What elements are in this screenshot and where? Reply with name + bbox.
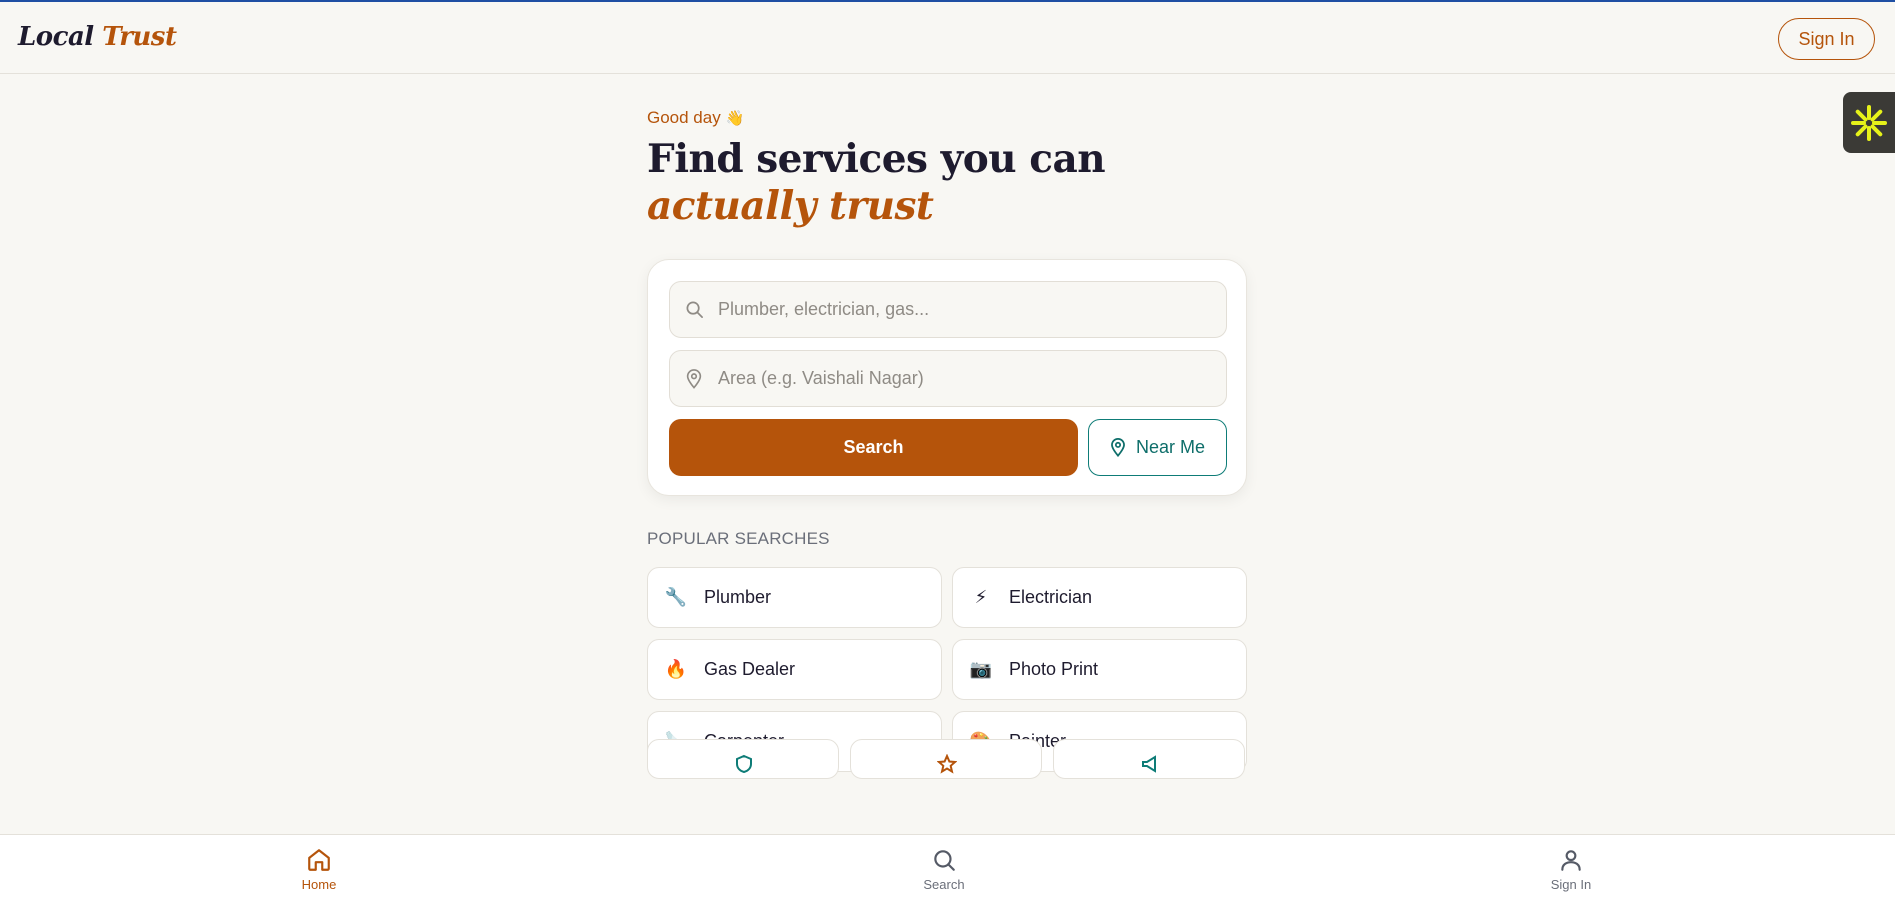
area-search-field[interactable]: [669, 350, 1227, 407]
popular-item-label: Gas Dealer: [704, 659, 796, 679]
shield-icon: [736, 754, 752, 774]
logo-part-local: Local: [18, 22, 94, 52]
popular-item-label: Photo Print: [1009, 659, 1099, 679]
feature-card[interactable]: [1053, 739, 1245, 779]
camera-icon: 📷: [969, 659, 993, 679]
greeting: Good day 👋: [647, 108, 744, 128]
popular-item-label: Plumber: [704, 587, 772, 607]
nav-search-label: Search: [923, 877, 965, 892]
floating-widget-button[interactable]: [1843, 92, 1895, 153]
home-icon: [308, 849, 330, 871]
user-icon: [1561, 850, 1581, 871]
page-title: Find services you can actually trust: [647, 136, 1247, 230]
fire-icon: 🔥: [664, 659, 688, 679]
logo-part-trust: Trust: [102, 22, 177, 52]
nav-home[interactable]: Home: [279, 847, 359, 892]
nav-search[interactable]: Search: [904, 847, 984, 892]
search-card: Search Near Me: [647, 259, 1247, 496]
nav-signin[interactable]: Sign In: [1531, 847, 1611, 892]
popular-item-gas-dealer[interactable]: 🔥 Gas Dealer: [647, 639, 942, 700]
wrench-icon: 🔧: [664, 587, 688, 607]
waving-hand-icon: 👋: [725, 110, 745, 127]
popular-item-photo-print[interactable]: 📷 Photo Print: [952, 639, 1247, 700]
greeting-text: Good day: [647, 108, 721, 127]
location-pin-icon: [670, 368, 718, 389]
service-search-input[interactable]: [718, 282, 1226, 337]
area-search-input[interactable]: [718, 351, 1226, 406]
headline-line1: Find services you can: [647, 136, 1106, 182]
headline-accent: actually trust: [647, 183, 934, 229]
popular-item-label: Electrician: [1009, 587, 1093, 607]
nav-home-label: Home: [301, 877, 337, 892]
search-icon: [934, 850, 955, 871]
search-icon: [670, 300, 718, 319]
megaphone-icon: [1142, 755, 1156, 773]
near-me-label: Near Me: [1135, 437, 1206, 457]
search-button[interactable]: Search: [669, 419, 1078, 476]
popular-item-electrician[interactable]: ⚡ Electrician: [952, 567, 1247, 628]
popular-item-plumber[interactable]: 🔧 Plumber: [647, 567, 942, 628]
near-me-button[interactable]: Near Me: [1088, 419, 1227, 476]
lightning-icon: ⚡: [974, 587, 988, 607]
logo[interactable]: Local Trust: [18, 22, 177, 52]
header-signin-button[interactable]: Sign In: [1778, 18, 1875, 60]
location-pin-icon: [1111, 438, 1125, 457]
star-icon: [937, 754, 957, 774]
asterisk-icon: [1851, 104, 1887, 141]
feature-card[interactable]: [647, 739, 839, 779]
bottom-navigation: Home Search Sign In: [0, 834, 1895, 903]
popular-searches-title: POPULAR SEARCHES: [647, 529, 830, 548]
feature-card[interactable]: [850, 739, 1042, 779]
nav-signin-label: Sign In: [1550, 877, 1592, 892]
top-header: Local Trust Sign In: [0, 2, 1895, 74]
service-search-field[interactable]: [669, 281, 1227, 338]
